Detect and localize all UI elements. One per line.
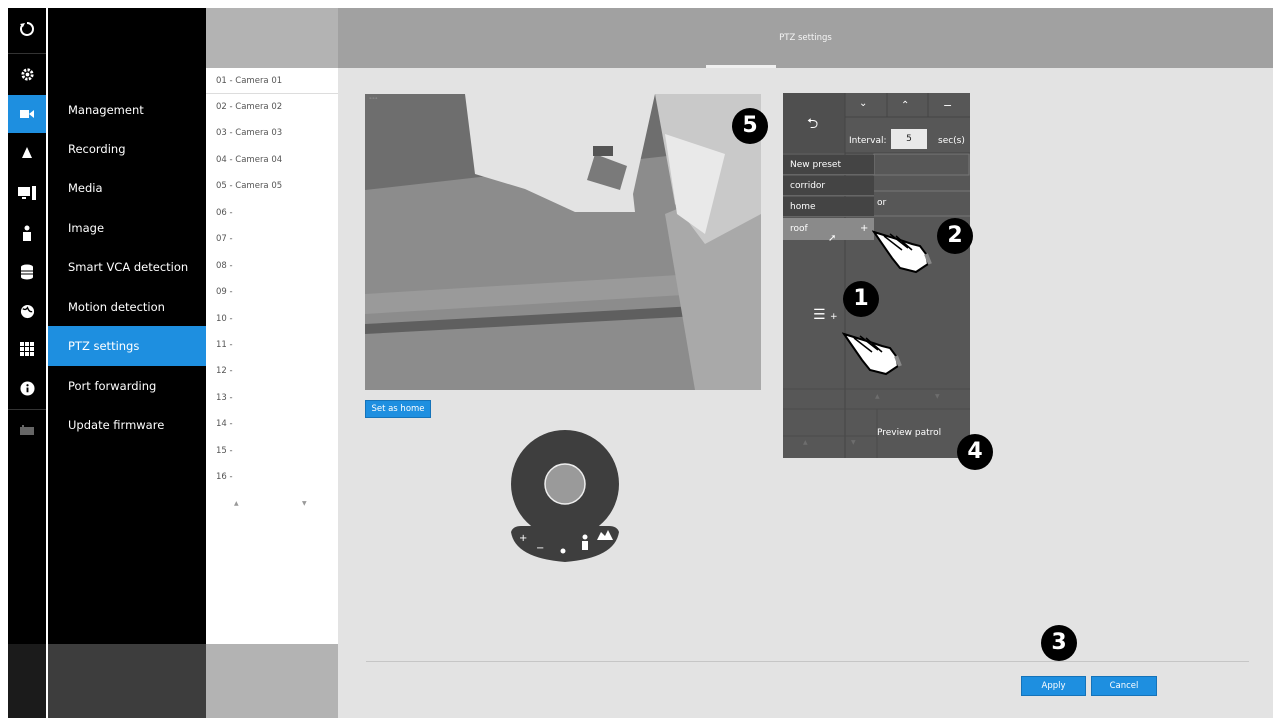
camera-item[interactable]: 11 - [206,332,338,358]
keyboard-icon[interactable] [8,411,46,449]
apply-button[interactable]: Apply [1021,676,1086,696]
nav-item-smart-vca[interactable]: Smart VCA detection [48,247,206,287]
set-as-home-button[interactable]: Set as home [365,400,431,418]
preset-item[interactable]: home [783,197,874,217]
patrol-panel: ⮌ ⌄ ⌃ − Interval: 5 sec(s) New preset co… [783,93,970,458]
scroll-up-icon[interactable]: ▲ [875,393,880,400]
scroll-up-icon[interactable]: ▲ [803,439,808,446]
tab-active-indicator [706,65,776,68]
camera-feed-image: ◦◦◦ [365,94,761,390]
interval-label: Interval: [849,136,887,146]
nav-item-port-forwarding[interactable]: Port forwarding [48,366,206,406]
nav-item-recording[interactable]: Recording [48,129,206,169]
scroll-down-icon[interactable]: ▼ [935,393,940,400]
icon-sidebar-footer [8,644,46,718]
footer-divider [366,661,1249,662]
add-list-plus-icon: + [830,312,838,322]
camera-item[interactable]: 03 - Camera 03 [206,120,338,146]
camera-item[interactable]: 07 - [206,226,338,252]
camera-item[interactable]: 09 - [206,279,338,305]
nav-item-update-firmware[interactable]: Update firmware [48,405,206,445]
nav-item-motion-detection[interactable]: Motion detection [48,287,206,327]
camera-item[interactable]: 13 - [206,385,338,411]
preset-item[interactable]: corridor [783,176,874,196]
callout-4: 4 [957,434,993,470]
camera-item[interactable]: 16 - [206,464,338,490]
cursor-icon: ➚ [828,233,837,244]
camera-item[interactable]: 01 - Camera 01 [206,68,338,94]
camera-item[interactable]: 15 - [206,438,338,464]
scroll-down-icon[interactable]: ▼ [302,500,307,507]
callout-3: 3 [1041,625,1077,661]
ptz-joystick[interactable]: + − [505,430,625,566]
globe-icon[interactable] [8,292,46,330]
chevron-down-icon[interactable]: ⌄ [859,98,867,109]
nav-item-ptz-settings[interactable]: PTZ settings [48,326,206,366]
callout-5: 5 [732,108,768,144]
nav-item-management[interactable]: Management [48,90,206,130]
database-icon[interactable] [8,253,46,291]
cancel-button[interactable]: Cancel [1091,676,1157,696]
gear-icon[interactable] [8,55,46,93]
grid-icon[interactable] [8,330,46,368]
partial-label: or [877,198,887,208]
person-icon[interactable] [8,214,46,252]
home-person-icon[interactable] [582,534,588,551]
logout-icon[interactable] [8,10,46,48]
scroll-down-icon[interactable]: ▼ [851,439,856,446]
camera-item[interactable]: 10 - [206,306,338,332]
interval-unit: sec(s) [938,136,965,146]
camera-item[interactable]: 14 - [206,411,338,437]
preset-item[interactable]: New preset [783,155,874,175]
zoom-in-icon[interactable]: + [519,533,527,544]
callout-2: 2 [937,218,973,254]
back-icon[interactable]: ⮌ [807,113,818,137]
live-video-view[interactable]: ◦◦◦ [365,94,761,390]
callout-1: 1 [843,281,879,317]
camera-item[interactable]: 05 - Camera 05 [206,173,338,199]
monitor-icon[interactable] [8,174,46,212]
nav-item-media[interactable]: Media [48,168,206,208]
camera-list-header [206,8,338,68]
preview-patrol-button[interactable]: Preview patrol [877,428,941,438]
focus-icon[interactable] [560,548,566,554]
camera-item[interactable]: 02 - Camera 02 [206,94,338,120]
camera-list-footer [206,644,338,718]
camera-item[interactable]: 06 - [206,200,338,226]
camera-icon[interactable] [8,95,46,133]
nav-item-image[interactable]: Image [48,208,206,248]
tab-ptz-settings[interactable]: PTZ settings [338,8,1273,68]
add-preset-icon[interactable]: + [860,223,868,234]
camera-list: 01 - Camera 01 02 - Camera 02 03 - Camer… [206,8,338,718]
camera-item[interactable]: 12 - [206,358,338,384]
minus-icon[interactable]: − [943,99,952,112]
camera-item[interactable]: 08 - [206,253,338,279]
interval-input[interactable]: 5 [891,129,927,149]
icon-sidebar [8,8,46,718]
info-icon[interactable] [8,369,46,407]
nav-footer [48,644,206,718]
chevron-up-icon[interactable]: ⌃ [901,100,909,111]
add-list-icon[interactable]: ☰ [813,307,826,323]
settings-nav: Management Recording Media Image Smart V… [48,8,206,718]
hand-pointer-icon [842,332,902,376]
svg-text:◦◦◦: ◦◦◦ [369,96,378,102]
camera-item[interactable]: 04 - Camera 04 [206,147,338,173]
bell-icon[interactable] [8,134,46,172]
hand-pointer-icon [872,230,932,274]
scroll-up-icon[interactable]: ▲ [234,500,239,507]
zoom-out-icon[interactable]: − [536,543,544,554]
joystick-knob[interactable] [544,463,586,505]
